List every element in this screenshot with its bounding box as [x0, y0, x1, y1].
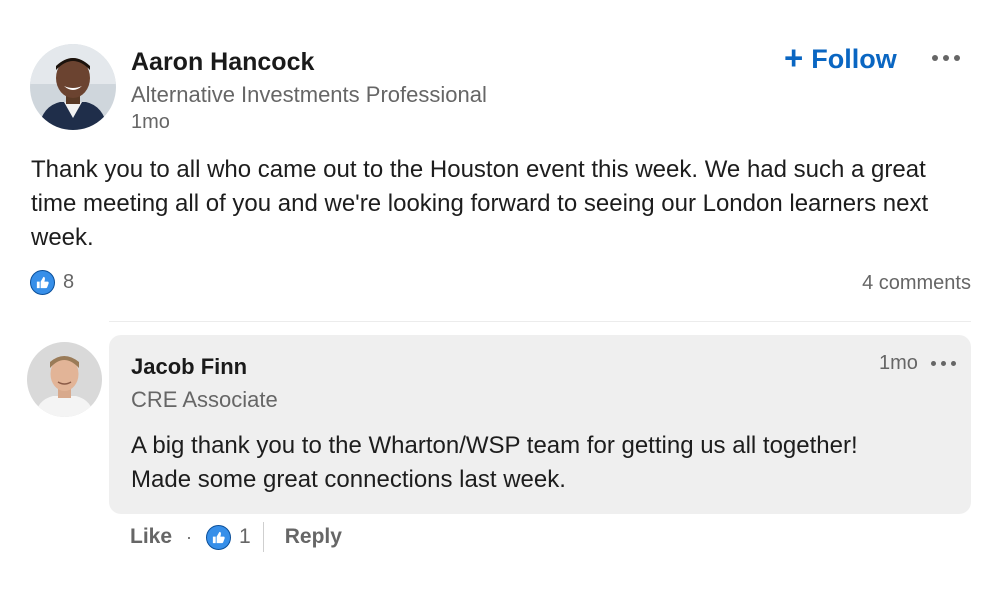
- plus-icon: +: [784, 39, 804, 76]
- comment-actions: Like · 1 Reply: [130, 522, 342, 552]
- reaction-count: 8: [63, 271, 75, 293]
- follow-button[interactable]: + Follow: [784, 39, 897, 76]
- comment-text-line: A big thank you to the Wharton/WSP team …: [131, 432, 858, 459]
- comment-text-line: Made some great connections last week.: [131, 466, 566, 493]
- avatar-photo: [30, 44, 116, 130]
- more-options-icon[interactable]: [932, 55, 960, 61]
- divider: [262, 522, 264, 552]
- like-button[interactable]: Like: [130, 525, 172, 549]
- avatar-photo: [27, 342, 102, 417]
- reactions-summary[interactable]: 8: [30, 270, 74, 295]
- post-author-name[interactable]: Aaron Hancock: [131, 48, 314, 77]
- post-timestamp: 1mo: [131, 111, 170, 133]
- comment-author-name[interactable]: Jacob Finn: [131, 354, 247, 380]
- separator-dot: ·: [186, 526, 193, 547]
- like-reaction-icon[interactable]: [206, 524, 232, 550]
- comment-text: A big thank you to the Wharton/WSP team …: [131, 429, 961, 497]
- comment-reaction-count[interactable]: 1: [239, 525, 251, 549]
- post-author-headline: Alternative Investments Professional: [131, 82, 487, 107]
- comment-author-headline: CRE Associate: [131, 387, 278, 412]
- reply-button[interactable]: Reply: [285, 525, 342, 549]
- comment-author-avatar[interactable]: [27, 342, 102, 417]
- post-author-avatar[interactable]: [30, 44, 116, 130]
- like-reaction-icon: [30, 270, 55, 295]
- follow-label: Follow: [811, 43, 897, 74]
- comment-timestamp: 1mo: [879, 352, 918, 374]
- more-options-icon[interactable]: [931, 361, 956, 366]
- post-text: Thank you to all who came out to the Hou…: [31, 156, 929, 251]
- divider: [109, 321, 971, 322]
- comments-count-link[interactable]: 4 comments: [862, 272, 971, 295]
